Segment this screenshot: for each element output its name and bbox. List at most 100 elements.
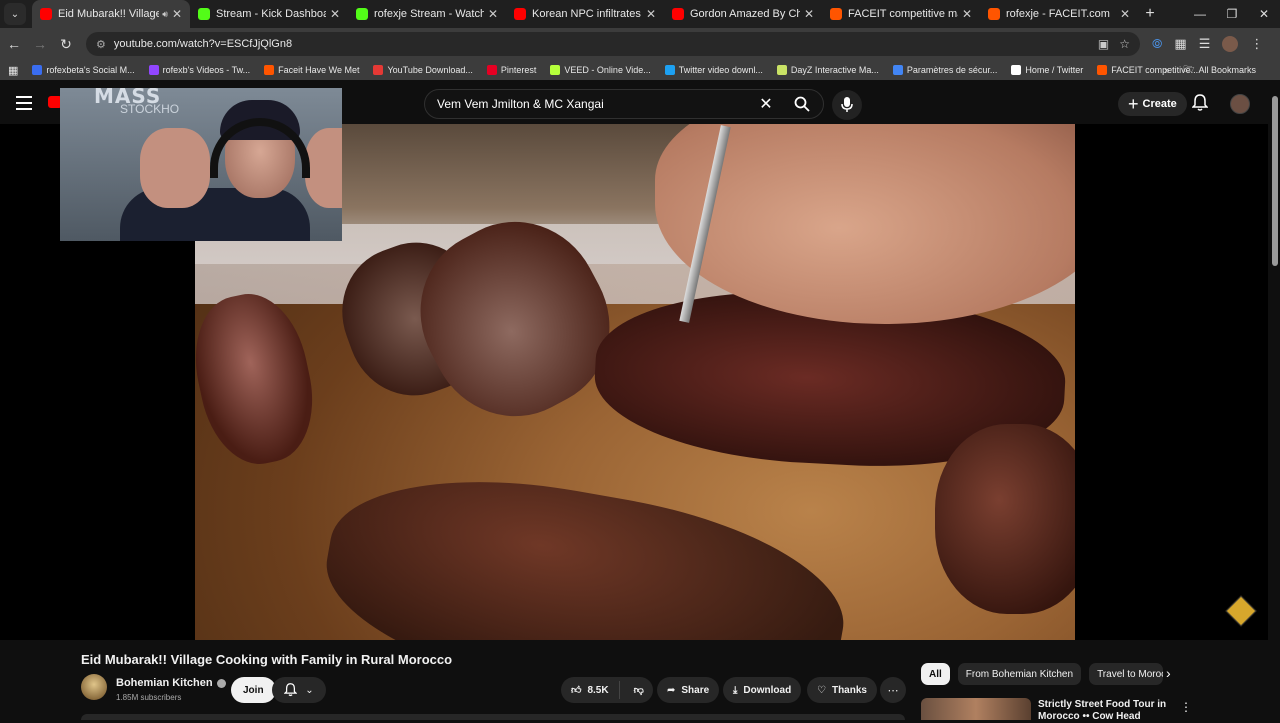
- bookmark-item[interactable]: Twitter video downl...: [664, 65, 763, 75]
- voice-search-mic-icon[interactable]: [832, 90, 862, 120]
- tab-title: rofexje Stream - Watch Live on: [374, 8, 484, 20]
- tab-close-icon[interactable]: ✕: [488, 7, 498, 21]
- reading-list-icon[interactable]: ☰: [1199, 36, 1211, 52]
- download-button[interactable]: ⤓ Download: [723, 677, 802, 703]
- bookmark-label: Home / Twitter: [1025, 65, 1084, 75]
- browser-profile-avatar[interactable]: [1222, 36, 1239, 52]
- share-button[interactable]: ➦ Share: [657, 677, 720, 703]
- browser-menu-icon[interactable]: ⋮: [1250, 36, 1263, 52]
- create-button[interactable]: + Create: [1118, 92, 1187, 116]
- channel-name-link[interactable]: Bohemian Kitchen: [116, 677, 226, 689]
- recommended-menu-icon[interactable]: ⋮: [1180, 700, 1192, 714]
- chip-travel-morocco[interactable]: Travel to Morocco: [1089, 663, 1164, 685]
- bookmark-favicon-icon: [486, 65, 497, 75]
- bookmark-item[interactable]: Paramètres de sécur...: [892, 65, 997, 75]
- recommended-title[interactable]: Strictly Street Food Tour in Morocco •• …: [1038, 699, 1168, 723]
- tab-title: Stream - Kick Dashboard: [216, 8, 326, 20]
- address-bar[interactable]: ⚙ youtube.com/watch?v=ESCfJjQlGn8 ▣ ☆: [86, 32, 1140, 56]
- thanks-button[interactable]: ♡ Thanks: [807, 677, 877, 703]
- bookmark-favicon-icon: [264, 65, 275, 75]
- bookmark-favicon-icon: [373, 65, 384, 75]
- tab-close-icon[interactable]: ✕: [804, 7, 814, 21]
- install-app-icon[interactable]: ▣: [1098, 37, 1109, 51]
- bookmark-item[interactable]: Faceit Have We Met: [264, 65, 359, 75]
- scrollbar-thumb[interactable]: [1272, 96, 1278, 266]
- more-actions-icon[interactable]: ⋯: [880, 677, 906, 703]
- bookmark-label: rofexb's Videos - Tw...: [162, 65, 251, 75]
- reload-icon[interactable]: ↻: [54, 36, 78, 53]
- restore-icon[interactable]: ❐: [1216, 0, 1248, 28]
- new-tab-plus-icon[interactable]: +: [1138, 5, 1162, 23]
- hamburger-menu-icon[interactable]: [16, 96, 32, 110]
- chip-all[interactable]: All: [921, 663, 950, 685]
- tab-title: Korean NPC infiltrates Sony HQ: [532, 8, 642, 20]
- window-controls: — ❐ ✕: [1184, 0, 1280, 28]
- notifications-bell-icon[interactable]: [1191, 94, 1209, 117]
- tab-title: Eid Mubarak!! Village Cook: [58, 8, 160, 20]
- video-meat-piece: [935, 424, 1075, 614]
- browser-tab[interactable]: rofexje - FACEIT.com ✕: [980, 0, 1138, 28]
- site-info-icon[interactable]: ⚙: [96, 38, 106, 51]
- video-details: Eid Mubarak!! Village Cooking with Famil…: [0, 640, 1268, 723]
- browser-tab[interactable]: rofexje Stream - Watch Live on ✕: [348, 0, 506, 28]
- thanks-heart-icon: ♡: [817, 684, 826, 696]
- tab-close-icon[interactable]: ✕: [172, 7, 182, 21]
- subscription-bell-button[interactable]: ⌄: [272, 677, 326, 703]
- description-box[interactable]: [81, 714, 905, 720]
- dislike-button[interactable]: 👎︎: [626, 684, 652, 696]
- chevron-right-icon[interactable]: ›: [1166, 665, 1171, 681]
- bookmark-label: Pinterest: [500, 65, 537, 75]
- browser-tab[interactable]: Gordon Amazed By Chef Who ✕: [664, 0, 822, 28]
- tab-audio-speaker-icon[interactable]: 🔊︎: [162, 9, 168, 20]
- all-bookmarks-folder[interactable]: 🗁 All Bookmarks: [1183, 62, 1256, 78]
- clear-search-icon[interactable]: ✕: [751, 94, 781, 114]
- browser-tab[interactable]: Eid Mubarak!! Village Cook🔊︎ ✕: [32, 0, 190, 28]
- search-box[interactable]: Vem Vem Jmilton & MC Xangai ✕: [424, 89, 824, 119]
- webcam-backdrop-subtext: STOCKHO: [120, 102, 180, 116]
- tab-close-icon[interactable]: ✕: [646, 7, 656, 21]
- recommended-thumbnail[interactable]: [921, 698, 1031, 720]
- extensions-area: ⦾ ▦ ☰ ⋮: [1152, 36, 1263, 52]
- bookmark-item[interactable]: rofexbeta's Social M...: [32, 65, 135, 75]
- back-arrow-icon[interactable]: ←: [2, 36, 26, 52]
- user-avatar[interactable]: [1230, 94, 1250, 114]
- bookmark-item[interactable]: DayZ Interactive Ma...: [776, 65, 879, 75]
- bookmark-item[interactable]: Pinterest: [486, 65, 537, 75]
- browser-tab[interactable]: Korean NPC infiltrates Sony HQ ✕: [506, 0, 664, 28]
- join-button[interactable]: Join: [231, 677, 276, 703]
- bookmark-item[interactable]: VEED - Online Vide...: [550, 65, 651, 75]
- bookmark-label: VEED - Online Vide...: [564, 65, 651, 75]
- video-meat-piece: [311, 450, 859, 640]
- tab-search-chevron-icon[interactable]: ⌄: [4, 3, 26, 25]
- bookmark-item[interactable]: Home / Twitter: [1011, 65, 1083, 75]
- extensions-puzzle-icon[interactable]: ▦: [1174, 36, 1186, 52]
- minimize-icon[interactable]: —: [1184, 0, 1216, 28]
- webcam-overlay: MASS STOCKHO: [60, 88, 342, 241]
- extension-icon[interactable]: ⦾: [1152, 36, 1162, 52]
- thanks-label: Thanks: [831, 684, 867, 696]
- like-button[interactable]: 👍︎ 8.5K: [561, 681, 620, 699]
- search-button[interactable]: [781, 89, 823, 119]
- chevron-down-icon: ⌄: [305, 684, 314, 696]
- chip-from-channel[interactable]: From Bohemian Kitchen: [957, 663, 1082, 685]
- search-input[interactable]: Vem Vem Jmilton & MC Xangai: [425, 97, 751, 111]
- bookmark-item[interactable]: YouTube Download...: [373, 65, 473, 75]
- bookmarks-overflow-icon[interactable]: »: [1164, 65, 1169, 75]
- browser-tab[interactable]: FACEIT competitive match - FA ✕: [822, 0, 980, 28]
- tab-close-icon[interactable]: ✕: [962, 7, 972, 21]
- tab-favicon-icon: [40, 8, 52, 20]
- channel-watermark-icon[interactable]: [1225, 595, 1257, 627]
- bookmark-star-icon[interactable]: ☆: [1119, 37, 1130, 51]
- tab-close-icon[interactable]: ✕: [330, 7, 340, 21]
- bookmark-item[interactable]: rofexb's Videos - Tw...: [148, 65, 251, 75]
- page-scrollbar[interactable]: [1270, 84, 1280, 720]
- bookmark-favicon-icon: [776, 65, 787, 75]
- channel-avatar[interactable]: [81, 674, 107, 700]
- browser-tab[interactable]: Stream - Kick Dashboard ✕: [190, 0, 348, 28]
- forward-arrow-icon[interactable]: →: [28, 36, 52, 52]
- apps-grid-icon[interactable]: ▦: [8, 64, 18, 77]
- verified-check-icon: [216, 678, 226, 688]
- tab-close-icon[interactable]: ✕: [1120, 7, 1130, 21]
- thumbs-up-icon: 👍︎: [571, 685, 582, 696]
- close-window-icon[interactable]: ✕: [1248, 0, 1280, 28]
